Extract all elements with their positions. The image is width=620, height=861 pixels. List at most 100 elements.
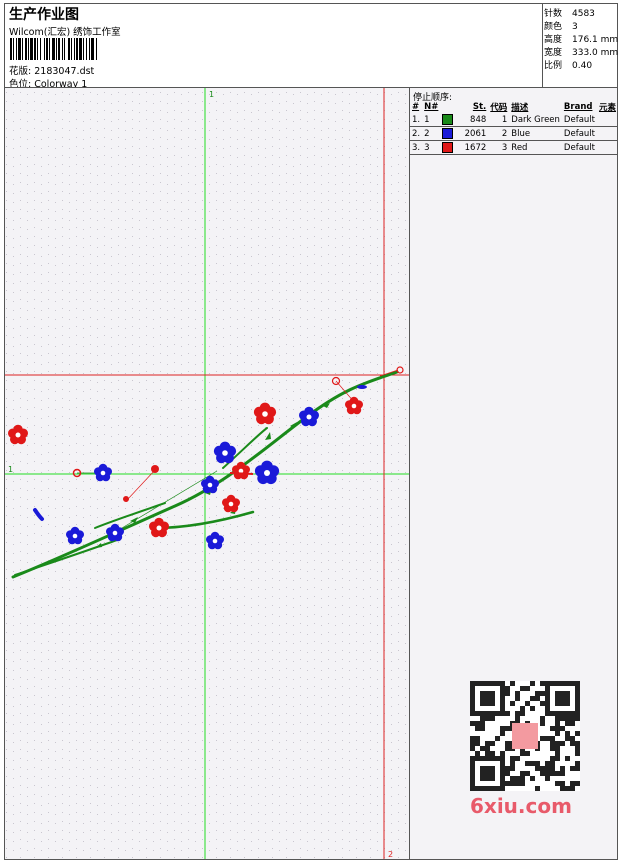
column-header: [440, 101, 462, 113]
qr-module: [555, 771, 560, 776]
qr-module: [550, 756, 555, 761]
row-code: 1: [488, 113, 510, 127]
qr-module: [565, 711, 570, 716]
row-number: 2: [422, 126, 441, 141]
qr-module: [470, 746, 475, 751]
qr-module: [480, 691, 485, 696]
qr-module: [470, 766, 475, 771]
qr-module: [500, 711, 505, 716]
qr-module: [480, 681, 485, 686]
qr-module: [470, 786, 475, 791]
qr-module: [535, 761, 540, 766]
qr-module: [495, 786, 500, 791]
swatch-cell: [440, 126, 463, 141]
qr-module: [560, 781, 565, 786]
qr-module: [560, 726, 565, 731]
header-panel: 生产作业图 Wilcom(汇宏) 绣饰工作室 花版: 2183047.dst 色…: [4, 3, 543, 90]
flower-center: [72, 533, 78, 539]
qr-module: [500, 726, 505, 731]
qr-module: [545, 771, 550, 776]
qr-module: [575, 766, 580, 771]
qr-module: [510, 776, 515, 781]
qr-module: [505, 771, 510, 776]
qr-module: [500, 681, 505, 686]
qr-module: [550, 766, 555, 771]
qr-module: [575, 746, 580, 751]
qr-module: [470, 721, 475, 726]
qr-module: [510, 756, 515, 761]
table-row[interactable]: 2. 2 2061 2 Blue Default: [410, 126, 618, 141]
table-row[interactable]: 1. 1 848 1 Dark Green Default: [410, 113, 618, 127]
stat-value: 3: [572, 22, 578, 32]
red-bud: [151, 465, 159, 473]
qr-module: [530, 761, 535, 766]
qr-module: [485, 776, 490, 781]
qr-module: [485, 681, 490, 686]
qr-module: [485, 756, 490, 761]
row-code: 2: [488, 126, 510, 141]
stat-stitches: 针数 4583: [544, 6, 595, 19]
qr-module: [520, 776, 525, 781]
stat-value: 4583: [572, 9, 595, 19]
qr-module: [540, 681, 545, 686]
flower-center: [262, 411, 268, 417]
qr-module: [545, 736, 550, 741]
qr-module: [490, 691, 495, 696]
qr-module: [485, 716, 490, 721]
qr-module: [555, 691, 560, 696]
flower-center: [306, 414, 312, 420]
row-index: 3.: [410, 140, 423, 155]
guide-label-v2: 2: [388, 850, 393, 859]
qr-module: [505, 766, 510, 771]
stop-sequence-panel: 停止顺序: # N# St. 代码 描述 Brand 元素 1. 1 848 1…: [409, 87, 618, 860]
color-swatch: [442, 114, 454, 125]
color-swatch: [442, 142, 454, 153]
qr-module: [485, 786, 490, 791]
qr-module: [575, 781, 580, 786]
swatch-cell: [440, 113, 463, 127]
qr-module: [480, 746, 485, 751]
red-dash: [229, 472, 254, 475]
qr-module: [540, 691, 545, 696]
stats-panel: 针数 4583 颜色 3 高度 176.1 mm 宽度 333.0 mm 比例 0.40: [542, 3, 618, 88]
qr-module: [490, 756, 495, 761]
row-element: [596, 140, 618, 155]
row-number: 3: [422, 140, 441, 155]
qr-module: [575, 761, 580, 766]
qr-module: [555, 711, 560, 716]
qr-module: [540, 771, 545, 776]
qr-module: [510, 766, 515, 771]
qr-module: [560, 771, 565, 776]
qr-module: [545, 776, 550, 781]
qr-module: [470, 696, 475, 701]
qr-module: [525, 701, 530, 706]
qr-module: [560, 766, 565, 771]
qr-module: [565, 731, 570, 736]
design-canvas[interactable]: 1 1 2: [4, 87, 410, 860]
qr-module: [535, 766, 540, 771]
qr-module: [520, 751, 525, 756]
table-row[interactable]: 3. 3 1672 3 Red Default: [410, 140, 618, 155]
qr-module: [475, 741, 480, 746]
stat-label: 针数: [544, 9, 563, 19]
qr-module: [570, 736, 575, 741]
qr-module: [505, 686, 510, 691]
qr-module: [575, 731, 580, 736]
qr-module: [555, 681, 560, 686]
qr-module: [515, 776, 520, 781]
qr-module: [525, 771, 530, 776]
qr-module: [555, 731, 560, 736]
qr-module: [555, 756, 560, 761]
qr-module: [515, 691, 520, 696]
row-brand: Default: [561, 113, 597, 127]
row-index: 2.: [410, 126, 423, 141]
qr-module: [545, 766, 550, 771]
row-description: Dark Green: [509, 113, 562, 127]
qr-module: [520, 711, 525, 716]
column-header: #: [412, 102, 420, 112]
qr-module: [565, 701, 570, 706]
qr-module: [560, 741, 565, 746]
qr-module: [550, 771, 555, 776]
row-index: 1.: [410, 113, 423, 127]
qr-module: [485, 751, 490, 756]
